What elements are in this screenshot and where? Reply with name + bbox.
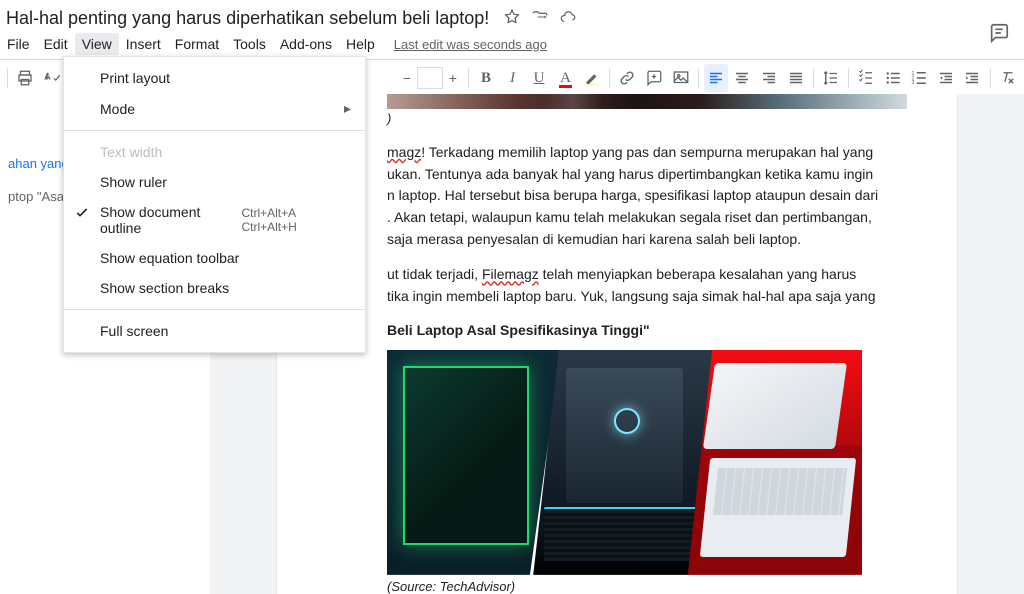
- add-comment-button[interactable]: [642, 64, 667, 92]
- svg-text:3: 3: [912, 80, 915, 86]
- title-actions: [503, 8, 577, 29]
- font-size-decrease[interactable]: −: [397, 67, 417, 89]
- article-hero-image[interactable]: [387, 94, 907, 109]
- title-bar: Hal-hal penting yang harus diperhatikan …: [0, 0, 1024, 33]
- font-size-increase[interactable]: +: [443, 67, 463, 89]
- toolbar-separator: [813, 68, 814, 88]
- highlight-color-button[interactable]: [580, 64, 605, 92]
- align-justify-button[interactable]: [783, 64, 808, 92]
- menu-addons[interactable]: Add-ons: [273, 33, 339, 55]
- view-show-equation-toolbar[interactable]: Show equation toolbar: [64, 243, 365, 273]
- numbered-list-button[interactable]: 123: [907, 64, 932, 92]
- open-comments-icon[interactable]: [988, 22, 1010, 47]
- hero-caption: ): [387, 111, 897, 126]
- view-show-document-outline[interactable]: Show document outline Ctrl+Alt+A Ctrl+Al…: [64, 197, 365, 243]
- document-title[interactable]: Hal-hal penting yang harus diperhatikan …: [0, 6, 495, 31]
- align-left-button[interactable]: [704, 64, 729, 92]
- italic-button[interactable]: I: [500, 64, 525, 92]
- star-icon[interactable]: [503, 8, 521, 29]
- checklist-button[interactable]: [854, 64, 879, 92]
- document-page: ) magz! Terkadang memilih laptop yang pa…: [277, 94, 957, 594]
- align-right-button[interactable]: [757, 64, 782, 92]
- toolbar-separator: [698, 68, 699, 88]
- increase-indent-button[interactable]: [960, 64, 985, 92]
- dropdown-separator: [64, 130, 365, 131]
- text-filemagz-2: Filemagz: [482, 266, 539, 282]
- line-spacing-button[interactable]: [819, 64, 844, 92]
- article-body[interactable]: magz! Terkadang memilih laptop yang pas …: [387, 142, 897, 308]
- menu-help[interactable]: Help: [339, 33, 382, 55]
- toolbar-separator: [990, 68, 991, 88]
- bulleted-list-button[interactable]: [881, 64, 906, 92]
- menu-insert[interactable]: Insert: [119, 33, 168, 55]
- move-icon[interactable]: [531, 8, 549, 29]
- underline-button[interactable]: U: [527, 64, 552, 92]
- font-size-control: − +: [397, 67, 463, 89]
- view-menu-dropdown: Print layout Mode ▸ Text width Show rule…: [63, 56, 366, 353]
- view-full-screen[interactable]: Full screen: [64, 316, 365, 346]
- toolbar-separator: [848, 68, 849, 88]
- heading-beli-laptop: Beli Laptop Asal Spesifikasinya Tinggi": [387, 322, 897, 338]
- view-mode[interactable]: Mode ▸: [64, 93, 365, 124]
- laptop-alienware-panel: [533, 350, 716, 575]
- laptop-image-caption: (Source: TechAdvisor): [387, 579, 897, 594]
- toolbar-separator: [468, 68, 469, 88]
- view-show-ruler[interactable]: Show ruler: [64, 167, 365, 197]
- font-size-input[interactable]: [417, 67, 443, 89]
- view-show-outline-label: Show document outline: [100, 204, 241, 236]
- toolbar-separator: [609, 68, 610, 88]
- view-text-width: Text width: [64, 137, 365, 167]
- menu-format[interactable]: Format: [168, 33, 226, 55]
- article-laptop-image[interactable]: [387, 350, 862, 575]
- text-filemagz-1: magz: [387, 144, 421, 160]
- insert-image-button[interactable]: [668, 64, 693, 92]
- laptop-razer-panel: [387, 350, 561, 575]
- toolbar-separator: [7, 68, 8, 88]
- menu-file[interactable]: File: [0, 33, 37, 55]
- view-print-layout[interactable]: Print layout: [64, 63, 365, 93]
- menu-view[interactable]: View: [75, 33, 119, 55]
- view-mode-label: Mode: [100, 101, 135, 117]
- clear-formatting-button[interactable]: [996, 64, 1021, 92]
- spellcheck-button[interactable]: [39, 64, 64, 92]
- view-outline-shortcut: Ctrl+Alt+A Ctrl+Alt+H: [241, 206, 351, 234]
- menu-tools[interactable]: Tools: [226, 33, 273, 55]
- menu-edit[interactable]: Edit: [37, 33, 75, 55]
- print-button[interactable]: [13, 64, 38, 92]
- bold-button[interactable]: B: [474, 64, 499, 92]
- insert-link-button[interactable]: [615, 64, 640, 92]
- last-edit-link[interactable]: Last edit was seconds ago: [394, 37, 547, 52]
- text-color-button[interactable]: A: [553, 64, 578, 92]
- view-show-section-breaks[interactable]: Show section breaks: [64, 273, 365, 303]
- submenu-arrow-icon: ▸: [344, 100, 351, 117]
- decrease-indent-button[interactable]: [934, 64, 959, 92]
- laptop-rog-panel: [688, 350, 862, 575]
- paragraph-2: ut tidak terjadi, Filemagz telah menyiap…: [387, 264, 897, 307]
- check-icon: [74, 205, 90, 221]
- dropdown-separator: [64, 309, 365, 310]
- cloud-status-icon[interactable]: [559, 8, 577, 29]
- paragraph-1: magz! Terkadang memilih laptop yang pas …: [387, 142, 897, 250]
- align-center-button[interactable]: [730, 64, 755, 92]
